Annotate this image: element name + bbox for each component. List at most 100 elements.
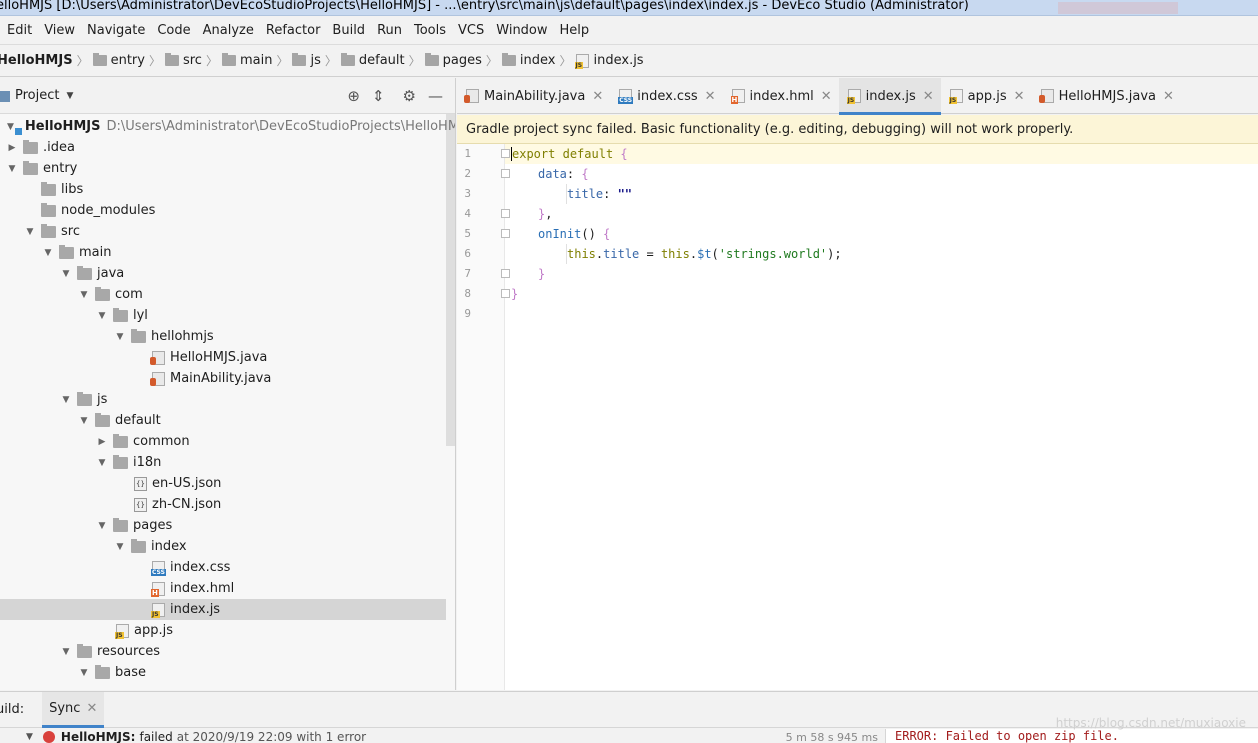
- menu-navigate[interactable]: Navigate: [81, 23, 151, 38]
- tree-item-default[interactable]: ▼ default: [0, 410, 446, 431]
- tree-item-en-us-json[interactable]: {} en-US.json: [0, 473, 446, 494]
- tab-mainability-java[interactable]: MainAbility.java ✕: [457, 78, 610, 114]
- tree-item-pages[interactable]: ▼ pages: [0, 515, 446, 536]
- build-result-row[interactable]: ▼ HelloHMJS: failed at 2020/9/19 22:09 w…: [0, 729, 890, 743]
- tab-index-css[interactable]: index.css ✕: [610, 78, 722, 114]
- chevron-down-icon[interactable]: ▼: [7, 164, 17, 174]
- menu-build[interactable]: Build: [326, 23, 371, 38]
- tree-item-node-modules[interactable]: node_modules: [0, 200, 446, 221]
- chevron-down-icon[interactable]: ▼: [43, 248, 53, 258]
- close-icon[interactable]: ✕: [592, 89, 603, 104]
- fold-icon[interactable]: [501, 169, 510, 178]
- close-icon[interactable]: ✕: [705, 89, 716, 104]
- chevron-down-icon[interactable]: ▼: [61, 269, 71, 279]
- menu-edit[interactable]: Edit: [0, 23, 38, 38]
- tree-item-idea[interactable]: ▶ .idea: [0, 137, 446, 158]
- breadcrumb-item-index-js[interactable]: index.js: [574, 53, 644, 69]
- tree-item-index[interactable]: ▼ index: [0, 536, 446, 557]
- breadcrumb-item-src[interactable]: src 〉: [164, 52, 222, 69]
- chevron-down-icon[interactable]: ▼: [61, 647, 71, 657]
- tab-sync[interactable]: Sync ✕: [42, 691, 105, 728]
- chevron-down-icon[interactable]: ▼: [115, 542, 125, 552]
- gear-icon[interactable]: ⚙: [403, 87, 416, 105]
- tree-item-mainability-java[interactable]: MainAbility.java: [0, 368, 446, 389]
- tree-item-i18n[interactable]: ▼ i18n: [0, 452, 446, 473]
- tab-hellohmjs-java[interactable]: HelloHMJS.java ✕: [1032, 78, 1181, 114]
- chevron-right-icon[interactable]: ▶: [7, 143, 17, 153]
- breadcrumb-item-main[interactable]: main 〉: [221, 52, 293, 69]
- fold-icon[interactable]: [501, 149, 510, 158]
- close-icon[interactable]: ✕: [923, 89, 934, 104]
- code-token: this: [660, 247, 690, 261]
- tree-label: base: [115, 665, 146, 680]
- tree-item-app-js[interactable]: app.js: [0, 620, 446, 641]
- chevron-down-icon[interactable]: ▼: [79, 668, 89, 678]
- chevron-down-icon[interactable]: ▼: [97, 521, 107, 531]
- chevron-right-icon: 〉: [76, 54, 89, 68]
- tree-item-lyl[interactable]: ▼ lyl: [0, 305, 446, 326]
- tab-app-js[interactable]: app.js ✕: [941, 78, 1032, 114]
- fold-icon[interactable]: [501, 229, 510, 238]
- project-view-selector[interactable]: Project: [15, 88, 59, 103]
- tree-item-base[interactable]: ▼ base: [0, 662, 446, 683]
- tree-item-main[interactable]: ▼ main: [0, 242, 446, 263]
- tree-item-js[interactable]: ▼ js: [0, 389, 446, 410]
- tree-item-src[interactable]: ▼ src: [0, 221, 446, 242]
- chevron-down-icon[interactable]: ▼: [79, 416, 89, 426]
- tree-item-hellohmjs-java[interactable]: HelloHMJS.java: [0, 347, 446, 368]
- chevron-down-icon[interactable]: ▼: [97, 311, 107, 321]
- tree-item-index-css[interactable]: index.css: [0, 557, 446, 578]
- tree-item-entry[interactable]: ▼ entry: [0, 158, 446, 179]
- tree-item-hellohmjs-pkg[interactable]: ▼ hellohmjs: [0, 326, 446, 347]
- locate-file-icon[interactable]: ⊕: [347, 87, 360, 105]
- breadcrumb-item-pages[interactable]: pages 〉: [424, 52, 502, 69]
- chevron-down-icon[interactable]: ▼: [115, 332, 125, 342]
- tree-item-libs[interactable]: libs: [0, 179, 446, 200]
- chevron-down-icon[interactable]: ▼: [61, 395, 71, 405]
- menu-window[interactable]: Window: [490, 23, 553, 38]
- menu-vcs[interactable]: VCS: [452, 23, 490, 38]
- close-icon[interactable]: ✕: [1163, 89, 1174, 104]
- menu-tools[interactable]: Tools: [408, 23, 452, 38]
- menu-view[interactable]: View: [38, 23, 81, 38]
- tab-index-hml[interactable]: index.hml ✕: [723, 78, 839, 114]
- collapse-all-icon[interactable]: ⇕: [372, 87, 385, 105]
- menu-refactor[interactable]: Refactor: [260, 23, 327, 38]
- breadcrumb-item-index[interactable]: index 〉: [501, 52, 576, 69]
- tab-label: Sync: [49, 700, 81, 716]
- fold-icon[interactable]: [501, 269, 510, 278]
- chevron-right-icon[interactable]: ▶: [97, 437, 107, 447]
- chevron-down-icon[interactable]: ▼: [7, 122, 14, 132]
- chevron-down-icon[interactable]: ▼: [79, 290, 89, 300]
- close-icon[interactable]: ✕: [821, 89, 832, 104]
- tree-item-hellohmjs[interactable]: ▼ HelloHMJS D:\Users\Administrator\DevEcoS…: [0, 116, 455, 137]
- menu-code[interactable]: Code: [151, 23, 196, 38]
- chevron-down-icon[interactable]: ▼: [26, 732, 33, 742]
- tree-item-com[interactable]: ▼ com: [0, 284, 446, 305]
- breadcrumb-item-project[interactable]: HelloHMJS 〉: [0, 52, 93, 69]
- close-icon[interactable]: ✕: [1014, 89, 1025, 104]
- close-icon[interactable]: ✕: [86, 701, 97, 716]
- tree-item-index-js[interactable]: index.js: [0, 599, 446, 620]
- breadcrumb-label: index: [519, 53, 556, 68]
- menu-analyze[interactable]: Analyze: [197, 23, 260, 38]
- breadcrumb-item-entry[interactable]: entry 〉: [92, 52, 165, 69]
- chevron-down-icon[interactable]: ▼: [97, 458, 107, 468]
- breadcrumb-item-default[interactable]: default 〉: [340, 52, 425, 69]
- minimize-icon[interactable]: —: [428, 87, 443, 105]
- tree-item-index-hml[interactable]: index.hml: [0, 578, 446, 599]
- tree-item-zh-cn-json[interactable]: {} zh-CN.json: [0, 494, 446, 515]
- tree-item-resources[interactable]: ▼ resources: [0, 641, 446, 662]
- fold-icon[interactable]: [501, 209, 510, 218]
- fold-icon[interactable]: [501, 289, 510, 298]
- tree-item-common[interactable]: ▶ common: [0, 431, 446, 452]
- project-scrollbar[interactable]: [446, 114, 455, 446]
- caret-down-icon[interactable]: ▼: [66, 91, 73, 101]
- tab-index-js[interactable]: index.js ✕: [838, 78, 941, 115]
- breadcrumb-item-js[interactable]: js 〉: [292, 52, 340, 69]
- tree-item-java[interactable]: ▼ java: [0, 263, 446, 284]
- menu-run[interactable]: Run: [371, 23, 408, 38]
- menu-help[interactable]: Help: [554, 23, 596, 38]
- code-editor[interactable]: 1 2 3 4 5 6 7 8 9 export default { data:…: [457, 144, 1258, 690]
- chevron-down-icon[interactable]: ▼: [25, 227, 35, 237]
